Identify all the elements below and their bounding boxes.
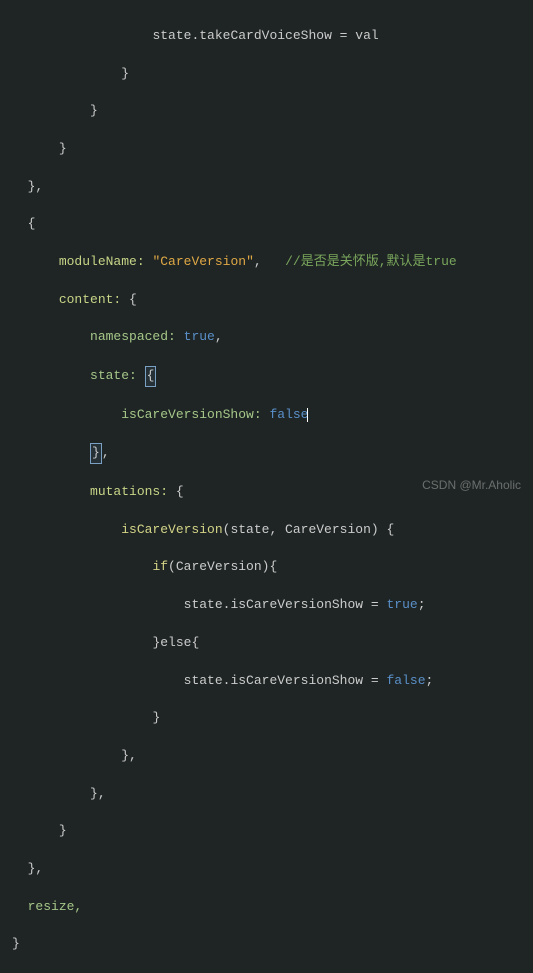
bracket-highlight: { xyxy=(145,366,157,387)
code-line: isCareVersion(state, CareVersion) { xyxy=(8,521,533,540)
code-line: }, xyxy=(8,443,533,464)
code-line: } xyxy=(8,935,533,954)
code-line: namespaced: true, xyxy=(8,328,533,347)
text-cursor xyxy=(307,408,308,422)
code-line: }else{ xyxy=(8,634,533,653)
code-line: }, xyxy=(8,178,533,197)
code-line: }, xyxy=(8,785,533,804)
code-line: content: { xyxy=(8,291,533,310)
code-line: state.isCareVersionShow = true; xyxy=(8,596,533,615)
code-line: } xyxy=(8,709,533,728)
code-line: }, xyxy=(8,747,533,766)
code-line: resize, xyxy=(8,898,533,917)
code-line: state.takeCardVoiceShow = val xyxy=(8,27,533,46)
watermark: CSDN @Mr.Aholic xyxy=(422,477,521,494)
bracket-highlight: } xyxy=(90,443,102,464)
code-line: } xyxy=(8,140,533,159)
code-line: moduleName: "CareVersion", //是否是关怀版,默认是t… xyxy=(8,253,533,272)
code-line: }, xyxy=(8,860,533,879)
code-line: state.isCareVersionShow = false; xyxy=(8,672,533,691)
code-line: { xyxy=(8,215,533,234)
code-line: isCareVersionShow: false xyxy=(8,406,533,425)
code-line: state: { xyxy=(8,366,533,387)
code-line: } xyxy=(8,65,533,84)
code-line: } xyxy=(8,822,533,841)
code-line: } xyxy=(8,102,533,121)
code-line: if(CareVersion){ xyxy=(8,558,533,577)
